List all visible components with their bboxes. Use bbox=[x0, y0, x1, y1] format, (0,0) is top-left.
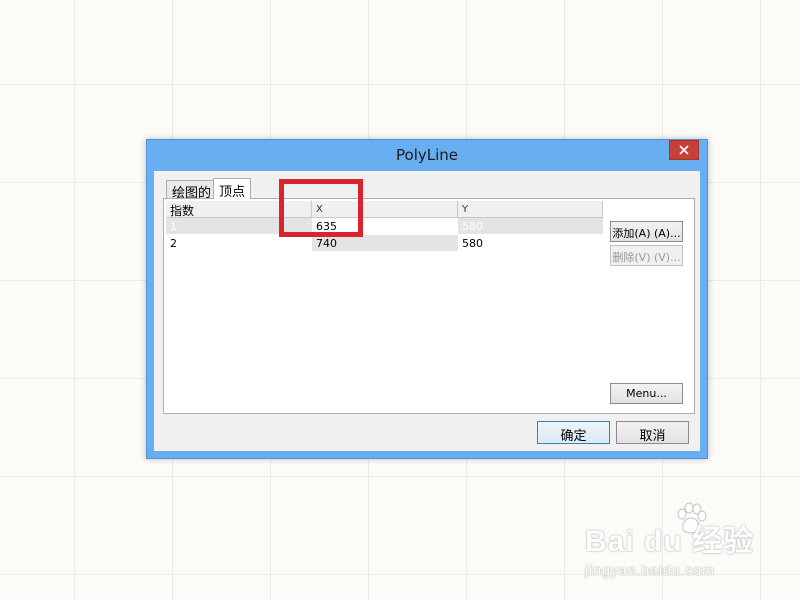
vertex-grid[interactable]: 指数 X Y 1 635 580 2 740 580 bbox=[166, 201, 603, 252]
menu-button[interactable]: Menu... bbox=[610, 383, 683, 404]
cell-x-editing[interactable]: 635 bbox=[312, 218, 458, 235]
add-vertex-button[interactable]: 添加(A) (A)... bbox=[610, 221, 683, 242]
tab-vertices[interactable]: 顶点 bbox=[213, 178, 252, 200]
table-row[interactable]: 1 635 580 bbox=[166, 218, 603, 235]
dialog-client-area: 绘图的 顶点 指数 X Y 1 635 580 2 740 580 添加(A) … bbox=[154, 171, 700, 451]
cell-index[interactable]: 1 bbox=[166, 218, 312, 235]
cell-index[interactable]: 2 bbox=[166, 235, 312, 252]
title-bar[interactable]: PolyLine bbox=[147, 140, 707, 171]
cell-x[interactable]: 740 bbox=[312, 235, 458, 252]
vertices-panel: 指数 X Y 1 635 580 2 740 580 添加(A) (A)... … bbox=[163, 198, 695, 414]
watermark-url: jingyan.baidu.com bbox=[584, 562, 715, 578]
tab-drawing[interactable]: 绘图的 bbox=[166, 180, 218, 201]
column-header-index[interactable]: 指数 bbox=[166, 201, 312, 218]
column-header-x[interactable]: X bbox=[312, 201, 458, 218]
column-header-y[interactable]: Y bbox=[458, 201, 603, 218]
dialog-title: PolyLine bbox=[396, 146, 458, 164]
cancel-button[interactable]: 取消 bbox=[616, 421, 689, 444]
grid-header: 指数 X Y bbox=[166, 201, 603, 218]
ok-button[interactable]: 确定 bbox=[537, 421, 610, 444]
watermark-brand: Bai du 经验 bbox=[584, 525, 754, 558]
close-icon bbox=[679, 145, 689, 155]
delete-vertex-button[interactable]: 删除(V) (V)... bbox=[610, 245, 683, 266]
baidu-watermark: Bai du 经验 jingyan.baidu.com bbox=[585, 516, 754, 578]
cell-y[interactable]: 580 bbox=[458, 218, 603, 235]
polyline-dialog: PolyLine 绘图的 顶点 指数 X Y 1 635 580 2 740 5… bbox=[146, 139, 708, 459]
table-row[interactable]: 2 740 580 bbox=[166, 235, 603, 252]
close-button[interactable] bbox=[669, 140, 699, 160]
cell-y[interactable]: 580 bbox=[458, 235, 603, 252]
